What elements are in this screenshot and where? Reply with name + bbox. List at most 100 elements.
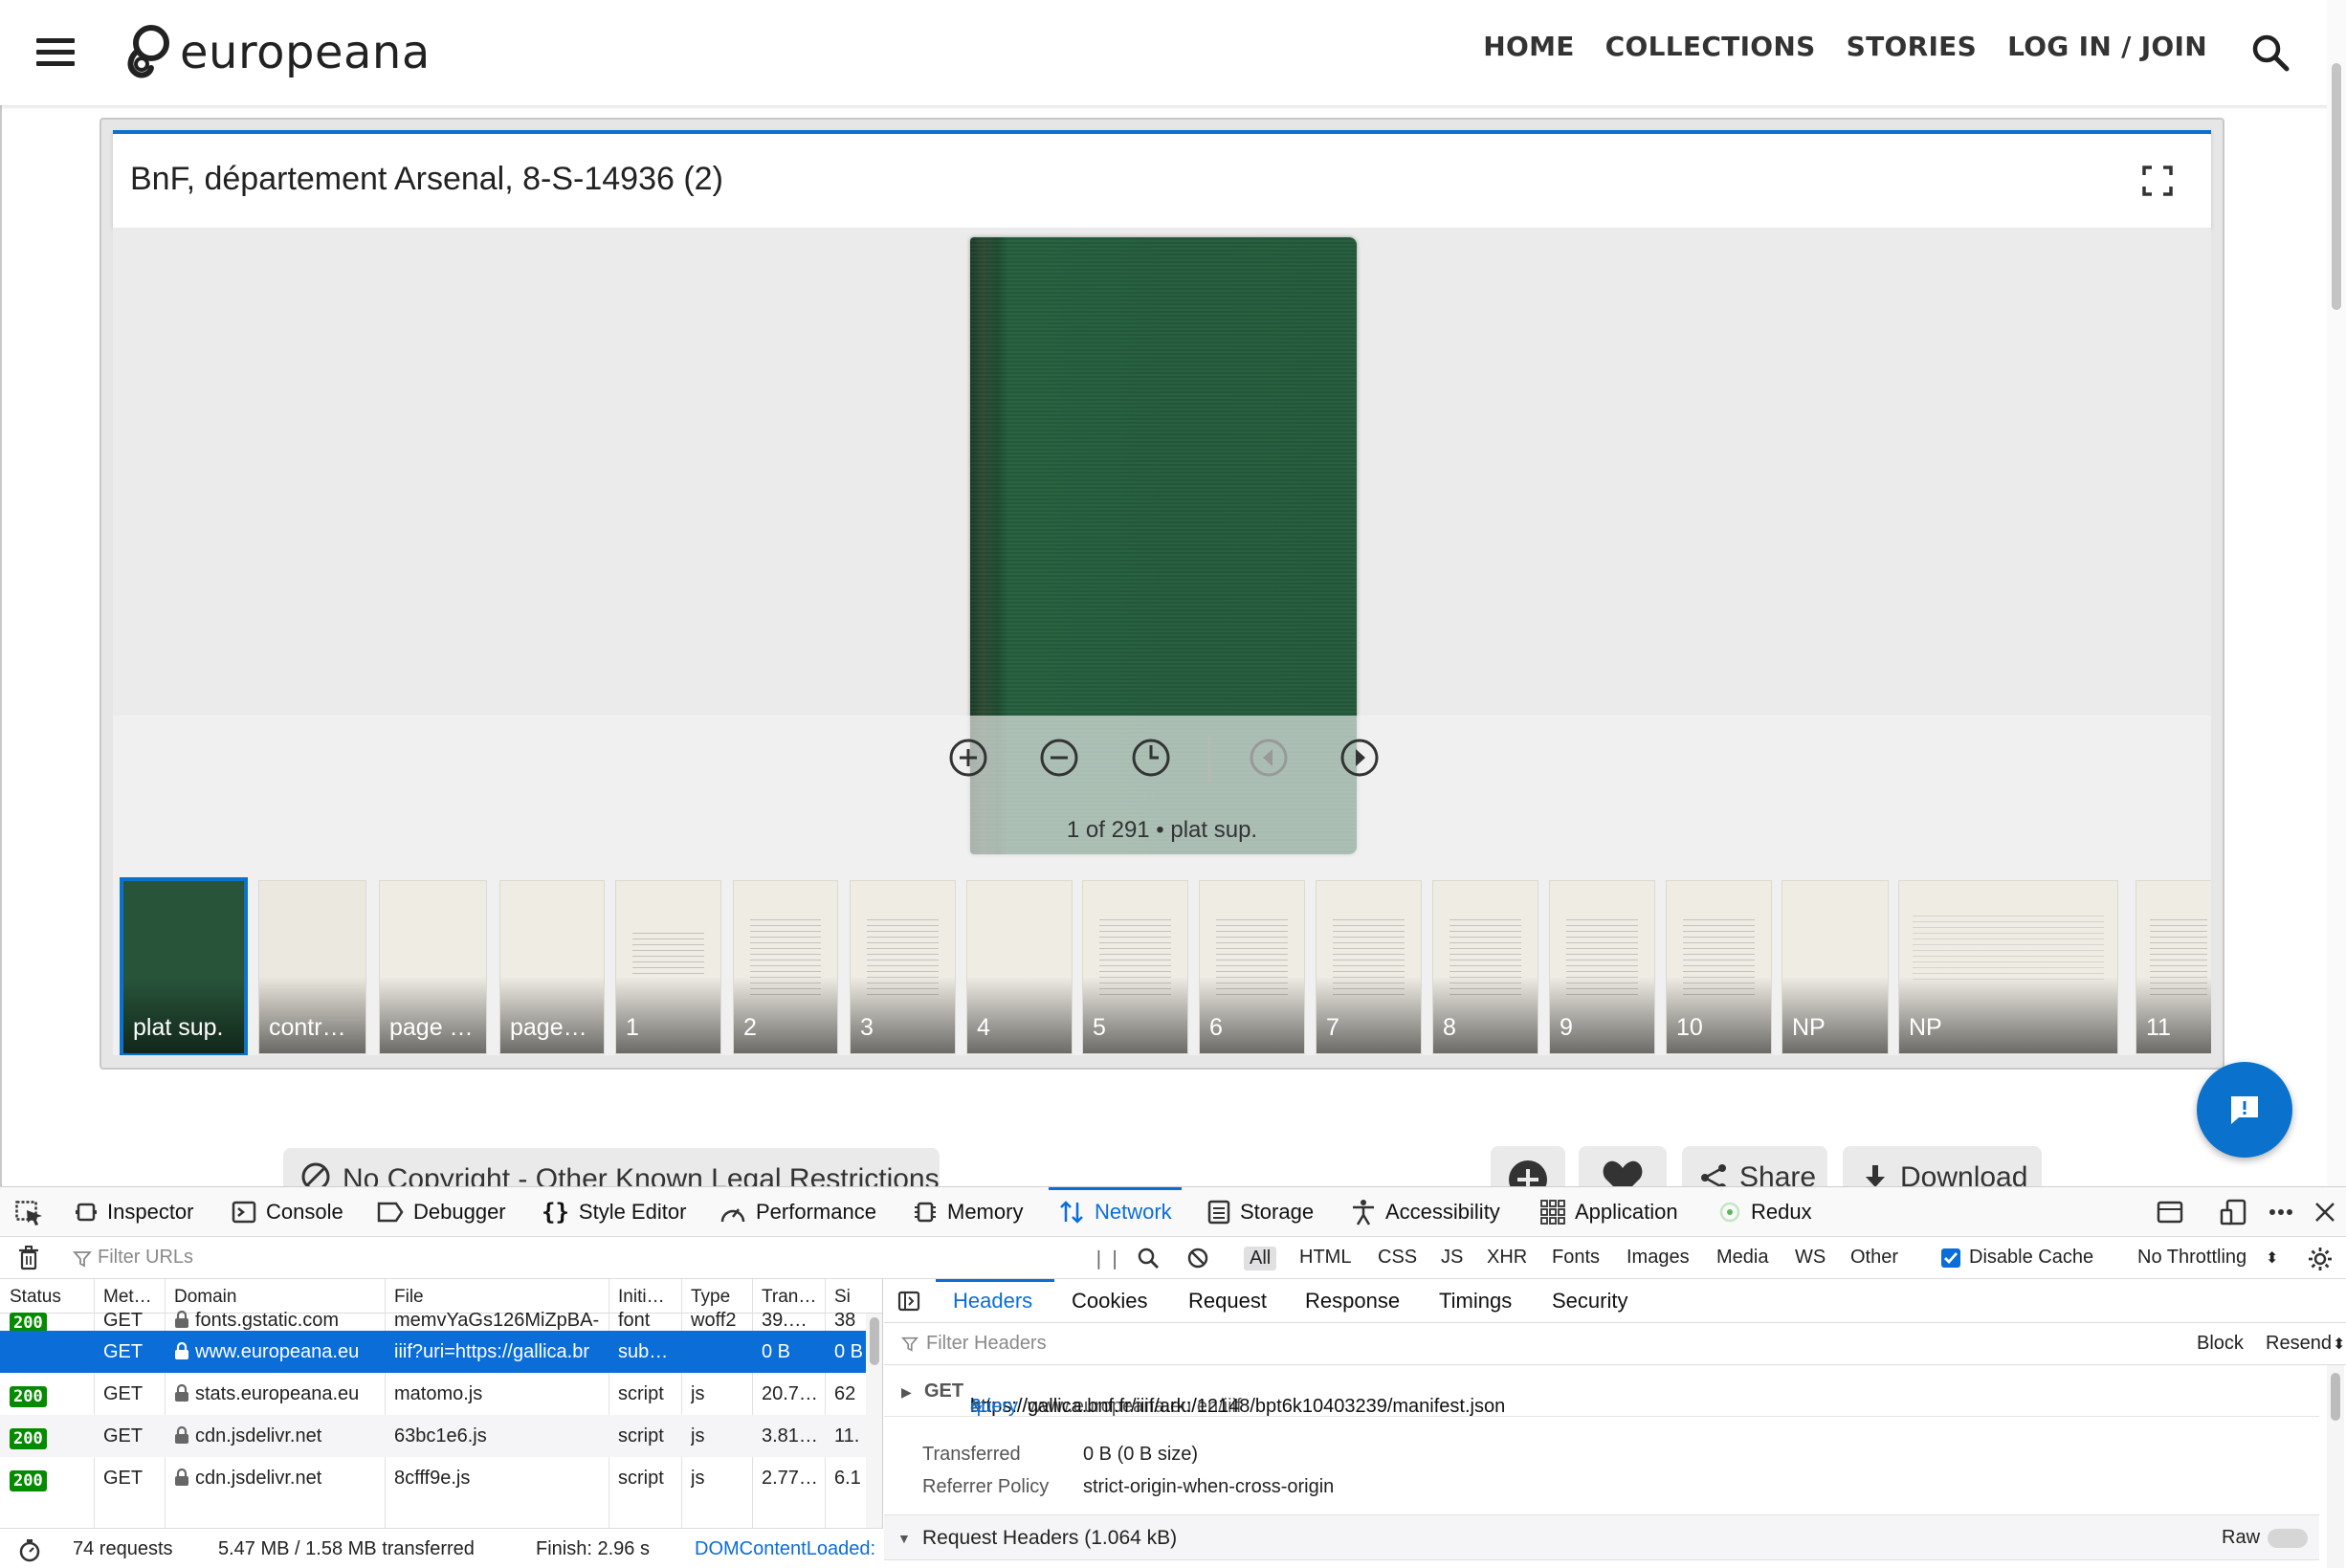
nav-home[interactable]: HOME [1483,31,1574,62]
feedback-button[interactable] [2197,1062,2292,1158]
zoom-in-icon[interactable] [947,737,989,779]
tab-network[interactable]: Network [1049,1187,1182,1237]
table-row[interactable]: 200 GET cdn.jsdelivr.net 8cfff9e.js scri… [0,1457,866,1499]
resend-chevron-icon[interactable]: ⬍ [2333,1335,2345,1354]
tab-response[interactable]: Response [1305,1289,1400,1314]
tab-accessibility[interactable]: Accessibility [1351,1187,1500,1237]
thumbnail[interactable]: 8 [1432,880,1538,1054]
thumbnail[interactable]: 3 [850,880,956,1054]
thumbnail[interactable]: 9 [1549,880,1655,1054]
tab-inspector[interactable]: Inspector [75,1187,194,1237]
tab-memory[interactable]: Memory [913,1187,1023,1237]
thumbnail[interactable]: page… [499,880,605,1054]
tab-cookies[interactable]: Cookies [1072,1289,1147,1314]
tab-storage[interactable]: Storage [1207,1187,1314,1237]
nav-collections[interactable]: COLLECTIONS [1605,31,1816,62]
thumbnail[interactable]: 10 [1666,880,1772,1054]
col-type[interactable]: Type [691,1287,730,1308]
filter-headers-input[interactable]: Filter Headers [926,1333,1047,1355]
tab-redux[interactable]: Redux [1718,1187,1812,1237]
filter-fonts[interactable]: Fonts [1552,1247,1600,1269]
thumbnail[interactable]: 5 [1082,880,1188,1054]
tab-request[interactable]: Request [1188,1289,1267,1314]
col-size[interactable]: Si [834,1287,851,1308]
raw-toggle[interactable] [2268,1529,2308,1548]
filter-css[interactable]: CSS [1378,1247,1417,1269]
search-requests-icon[interactable] [1137,1247,1160,1270]
block-requests-icon[interactable] [1186,1247,1209,1270]
thumbnail[interactable]: 11 [2136,880,2211,1054]
filter-urls-input[interactable]: Filter URLs [98,1247,193,1269]
element-picker-icon[interactable] [15,1201,44,1226]
col-transferred[interactable]: Tran… [762,1287,816,1308]
thumbnail[interactable]: NP [1782,880,1889,1054]
resend-button[interactable]: Resend [2266,1333,2332,1355]
throttling-chevron-icon[interactable]: ⬍ [2266,1248,2278,1268]
trash-icon[interactable] [17,1246,40,1270]
block-button[interactable]: Block [2197,1333,2244,1355]
filter-xhr[interactable]: XHR [1487,1247,1527,1269]
nav-login[interactable]: LOG IN / JOIN [2007,31,2207,62]
table-row-selected[interactable]: GET www.europeana.eu iiif?uri=https://ga… [0,1331,866,1373]
logo[interactable]: europeana [122,19,431,86]
details-scrollbar[interactable] [2327,1365,2344,1568]
nav-stories[interactable]: STORIES [1847,31,1977,62]
disable-cache-checkbox[interactable] [1940,1248,1961,1269]
fullscreen-icon[interactable] [2141,165,2174,197]
filter-html[interactable]: HTML [1299,1247,1351,1269]
pause-icon[interactable]: ❘❘ [1091,1247,1123,1270]
dock-panel-icon[interactable] [2157,1199,2183,1226]
filter-media[interactable]: Media [1716,1247,1768,1269]
more-options-icon[interactable] [2268,1199,2294,1226]
stopwatch-icon[interactable] [17,1537,42,1562]
col-file[interactable]: File [394,1287,424,1308]
throttling-select[interactable]: No Throttling [2137,1247,2246,1269]
tab-style-editor[interactable]: {} Style Editor [542,1187,686,1237]
tab-application[interactable]: Application [1540,1187,1678,1237]
image-canvas[interactable]: 1 of 291 • plat sup. [113,228,2211,871]
col-status[interactable]: Status [10,1287,61,1308]
collapse-arrow-icon[interactable]: ▼ [897,1531,911,1546]
search-icon[interactable] [2250,33,2291,73]
filter-ws[interactable]: WS [1795,1247,1826,1269]
request-headers-section[interactable]: ▼ Request Headers (1.064 kB) Raw [884,1514,2319,1560]
table-row[interactable]: 200 GET cdn.jsdelivr.net 63bc1e6.js scri… [0,1415,866,1457]
filter-all[interactable]: All [1244,1247,1277,1270]
page-scrollbar-thumb[interactable] [2332,63,2341,310]
reset-zoom-icon[interactable] [1130,737,1172,779]
toggle-sidebar-icon[interactable] [897,1291,920,1312]
zoom-out-icon[interactable] [1038,737,1080,779]
col-method[interactable]: Met… [103,1287,152,1308]
table-row[interactable]: 200 GET stats.europeana.eu matomo.js scr… [0,1373,866,1415]
filter-other[interactable]: Other [1850,1247,1898,1269]
tab-headers[interactable]: Headers [953,1289,1032,1314]
thumbnail[interactable]: contr… [258,880,366,1054]
expand-arrow-icon[interactable]: ▶ [901,1384,912,1401]
filter-images[interactable]: Images [1627,1247,1690,1269]
thumbnail[interactable]: 1 [615,880,721,1054]
menu-icon[interactable] [36,38,75,67]
thumbnail[interactable]: 6 [1199,880,1305,1054]
tab-console[interactable]: Console [232,1187,343,1237]
col-domain[interactable]: Domain [174,1287,236,1308]
request-url-line[interactable]: ▶ GET https://www.europeana.eu/en/iiif? u… [884,1365,2319,1417]
thumbnail[interactable]: NP [1898,880,2118,1054]
requests-scrollbar[interactable] [866,1314,882,1528]
col-initiator[interactable]: Initi… [618,1287,665,1308]
tab-security[interactable]: Security [1552,1289,1627,1314]
tab-timings[interactable]: Timings [1439,1289,1512,1314]
tab-debugger[interactable]: Debugger [377,1187,506,1237]
thumbnail[interactable]: 4 [966,880,1073,1054]
previous-page-icon[interactable] [1248,737,1290,779]
next-page-icon[interactable] [1339,737,1381,779]
thumbnail[interactable]: 2 [733,880,838,1054]
responsive-design-icon[interactable] [2220,1199,2246,1226]
thumbnail[interactable]: 7 [1316,880,1422,1054]
tab-performance[interactable]: Performance [719,1187,876,1237]
thumbnail[interactable]: plat sup. [120,877,248,1055]
thumbnail[interactable]: page … [379,880,487,1054]
thumbnail-strip[interactable]: plat sup. contr… page … page… 1 2 3 4 5 … [113,871,2211,1055]
filter-js[interactable]: JS [1441,1247,1463,1269]
close-devtools-icon[interactable] [2312,1199,2338,1226]
settings-gear-icon[interactable] [2308,1247,2333,1271]
